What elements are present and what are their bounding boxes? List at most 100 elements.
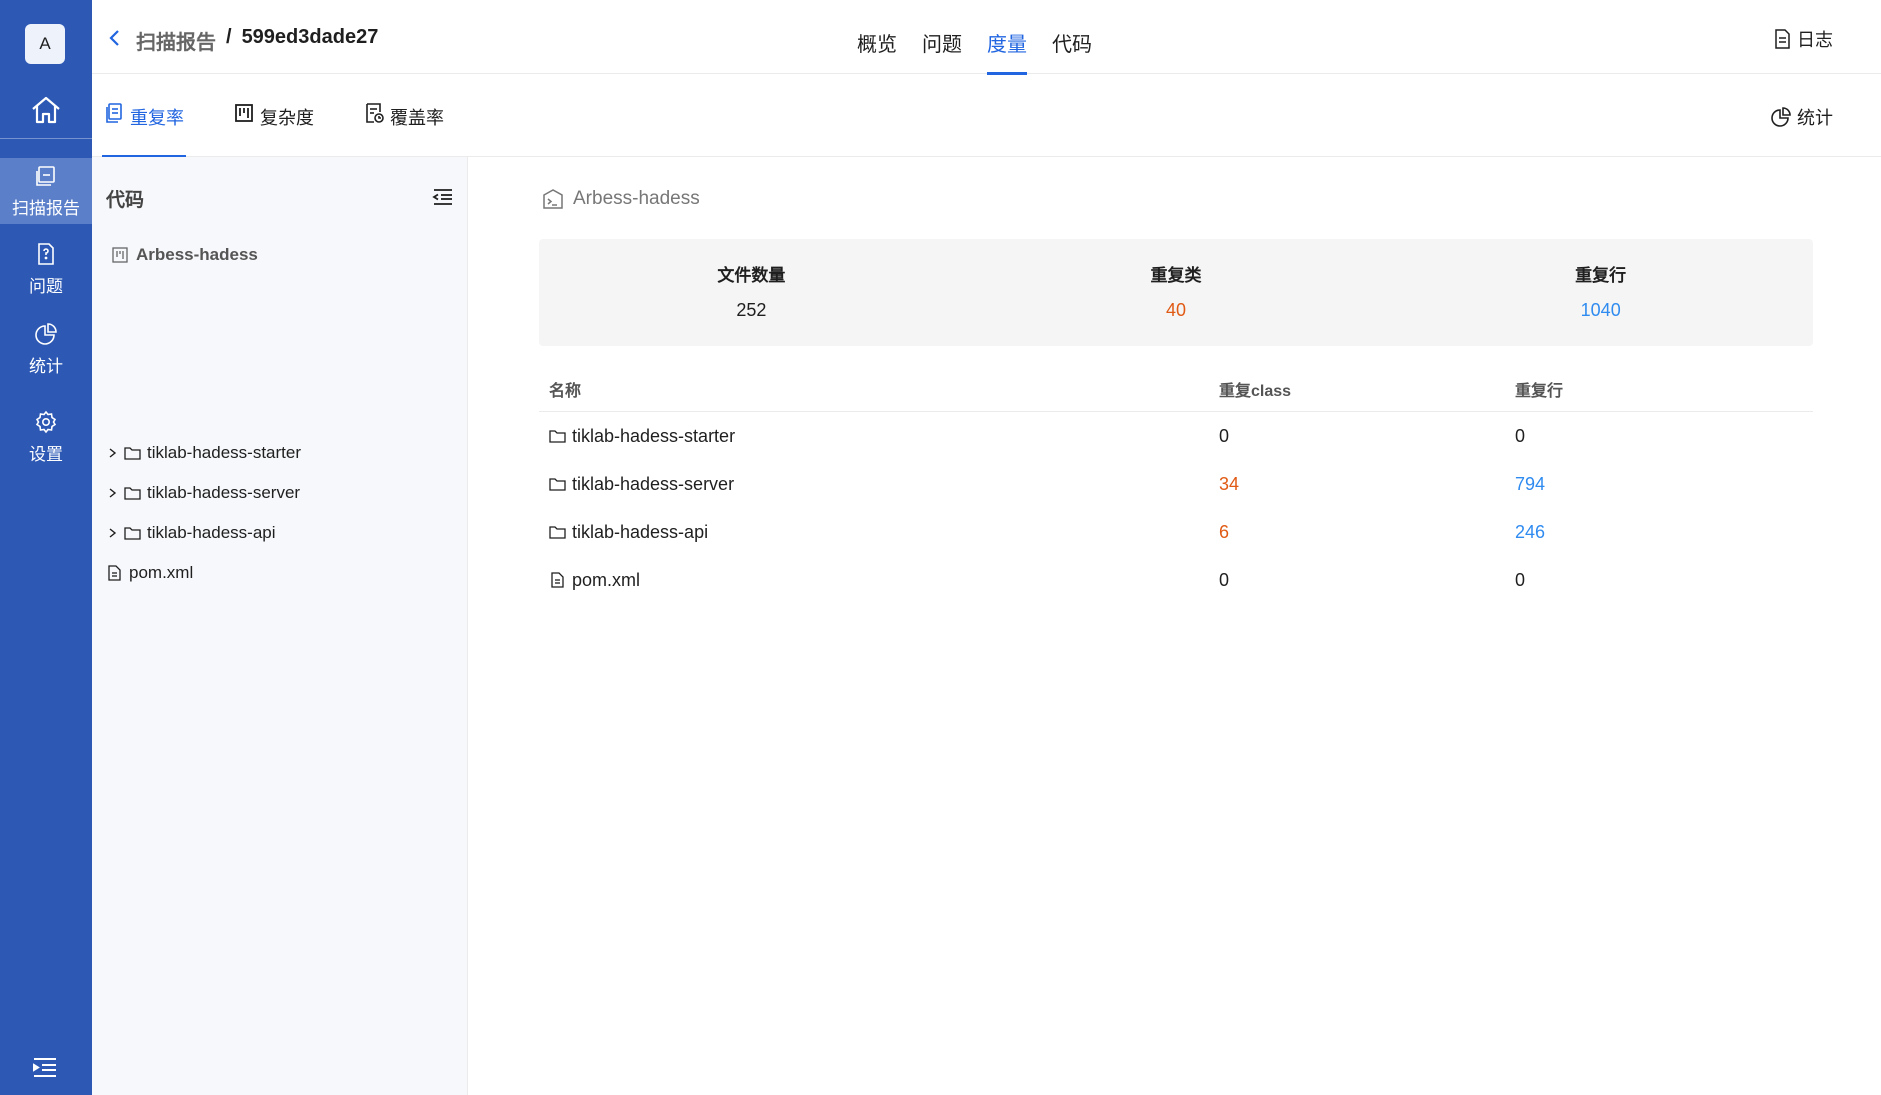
tab-metrics[interactable]: 度量	[987, 0, 1027, 75]
statistics-button[interactable]: 统计	[1771, 104, 1833, 130]
folder-icon	[549, 478, 566, 491]
column-header-dup-lines: 重复行	[1515, 383, 1564, 400]
table-row[interactable]: tiklab-hadess-server 34 794	[539, 460, 1813, 508]
home-icon[interactable]	[28, 92, 64, 128]
top-header: 扫描报告 / 599ed3dade27 概览 问题 度量 代码 日志	[92, 0, 1881, 75]
left-rail: A 扫描报告 问题 统计 设置	[0, 0, 92, 1095]
tab-label: 复杂度	[260, 108, 314, 128]
rail-item-settings[interactable]: 设置	[0, 404, 92, 470]
tree-item-api[interactable]: tiklab-hadess-api	[106, 523, 276, 543]
pie-chart-icon	[35, 322, 57, 345]
tree-item-pom[interactable]: pom.xml	[106, 563, 193, 583]
log-button[interactable]: 日志	[1773, 26, 1833, 52]
tree-root[interactable]: Arbess-hadess	[112, 245, 258, 265]
summary-dup-classes: 重复类 40	[964, 239, 1389, 346]
terminal-icon	[543, 189, 563, 209]
gear-icon	[35, 410, 57, 433]
duplicate-icon	[106, 103, 122, 123]
row-dup-class: 0	[1219, 569, 1230, 590]
row-name-label: tiklab-hadess-starter	[572, 425, 736, 446]
avatar[interactable]: A	[25, 24, 65, 64]
chevron-right-icon[interactable]	[106, 486, 118, 500]
table-row[interactable]: pom.xml 0 0	[539, 556, 1813, 604]
rail-item-label: 设置	[29, 444, 63, 464]
folder-icon	[549, 430, 566, 443]
rail-item-label: 问题	[29, 276, 63, 296]
duplication-table: 名称 重复class 重复行 tiklab-hadess-starter 0 0…	[539, 367, 1813, 604]
row-dup-class: 34	[1219, 473, 1240, 494]
row-name: tiklab-hadess-api	[539, 522, 1219, 543]
table-row[interactable]: tiklab-hadess-starter 0 0	[539, 412, 1813, 460]
main-content: Arbess-hadess 文件数量 252 重复类 40 重复行 1040 名…	[469, 157, 1881, 1095]
row-name: tiklab-hadess-starter	[539, 426, 1219, 447]
folder-icon	[124, 447, 141, 460]
folder-icon	[549, 526, 566, 539]
code-tree-panel: 代码 Arbess-hadess tiklab-hadess-starter t…	[92, 157, 468, 1095]
collapse-panel-icon[interactable]	[432, 187, 454, 207]
tree-item-label: tiklab-hadess-starter	[147, 443, 302, 462]
chevron-right-icon[interactable]	[106, 446, 118, 460]
summary-file-count: 文件数量 252	[539, 239, 964, 346]
chevron-right-icon[interactable]	[106, 526, 118, 540]
row-dup-class: 0	[1219, 425, 1230, 446]
row-name-label: tiklab-hadess-server	[572, 473, 735, 494]
kanban-icon	[235, 104, 253, 122]
folder-icon	[124, 527, 141, 540]
table-row[interactable]: tiklab-hadess-api 6 246	[539, 508, 1813, 556]
summary-value: 40	[1165, 300, 1187, 320]
tree-item-label: pom.xml	[129, 563, 194, 582]
tree-item-starter[interactable]: tiklab-hadess-starter	[106, 443, 301, 463]
tab-duplication[interactable]: 重复率	[102, 74, 186, 158]
project-icon	[112, 247, 128, 263]
rail-item-report[interactable]: 扫描报告	[0, 158, 92, 224]
rail-divider	[0, 138, 92, 139]
rail-item-label: 统计	[29, 356, 63, 376]
tab-issues[interactable]: 问题	[922, 0, 962, 74]
row-name: tiklab-hadess-server	[539, 474, 1219, 495]
statistics-label: 统计	[1797, 108, 1833, 128]
tab-overview[interactable]: 概览	[857, 0, 897, 74]
tree-root-label: Arbess-hadess	[136, 245, 258, 264]
breadcrumb-separator: /	[226, 26, 232, 48]
pie-chart-icon	[1771, 107, 1791, 127]
file-icon	[108, 565, 121, 581]
breadcrumb-parent[interactable]: 扫描报告	[136, 26, 216, 55]
row-dup-class: 6	[1219, 521, 1230, 542]
summary-value: 252	[736, 300, 767, 320]
row-dup-lines: 0	[1515, 425, 1526, 446]
tab-label: 重复率	[130, 108, 184, 128]
report-icon	[36, 165, 55, 186]
back-icon[interactable]	[106, 28, 124, 48]
row-dup-lines: 0	[1515, 569, 1526, 590]
breadcrumb-current: 599ed3dade27	[241, 26, 379, 48]
column-header-name: 名称	[549, 383, 582, 400]
tab-code[interactable]: 代码	[1052, 0, 1092, 74]
rail-item-label: 扫描报告	[12, 198, 80, 218]
menu-collapse-icon[interactable]	[32, 1056, 58, 1078]
tab-complexity[interactable]: 复杂度	[234, 74, 314, 157]
tree-title: 代码	[106, 190, 145, 211]
main-tabs: 概览 问题 度量 代码	[857, 0, 1092, 75]
issue-icon	[38, 242, 54, 265]
project-title: Arbess-hadess	[541, 187, 700, 211]
summary-label: 重复类	[1150, 266, 1202, 285]
tree-item-server[interactable]: tiklab-hadess-server	[106, 483, 300, 503]
document-icon	[1775, 29, 1790, 49]
log-label: 日志	[1797, 30, 1833, 50]
project-name: Arbess-hadess	[573, 188, 700, 209]
row-name-label: tiklab-hadess-api	[572, 521, 709, 542]
folder-icon	[124, 487, 141, 500]
sub-header: 重复率 复杂度 覆盖率 统计	[92, 74, 1881, 158]
rail-item-issue[interactable]: 问题	[0, 236, 92, 302]
summary-card: 文件数量 252 重复类 40 重复行 1040	[539, 239, 1813, 346]
metric-tabs: 重复率 复杂度 覆盖率	[102, 74, 444, 158]
tab-label: 覆盖率	[390, 108, 444, 128]
row-name-label: pom.xml	[572, 569, 641, 590]
rail-item-stats[interactable]: 统计	[0, 316, 92, 382]
column-header-dup-class: 重复class	[1219, 383, 1292, 400]
breadcrumb: 扫描报告 / 599ed3dade27	[136, 26, 378, 55]
tab-coverage[interactable]: 覆盖率	[364, 74, 444, 157]
summary-dup-lines: 重复行 1040	[1388, 239, 1813, 346]
summary-label: 文件数量	[717, 266, 786, 285]
summary-value: 1040	[1580, 300, 1621, 320]
